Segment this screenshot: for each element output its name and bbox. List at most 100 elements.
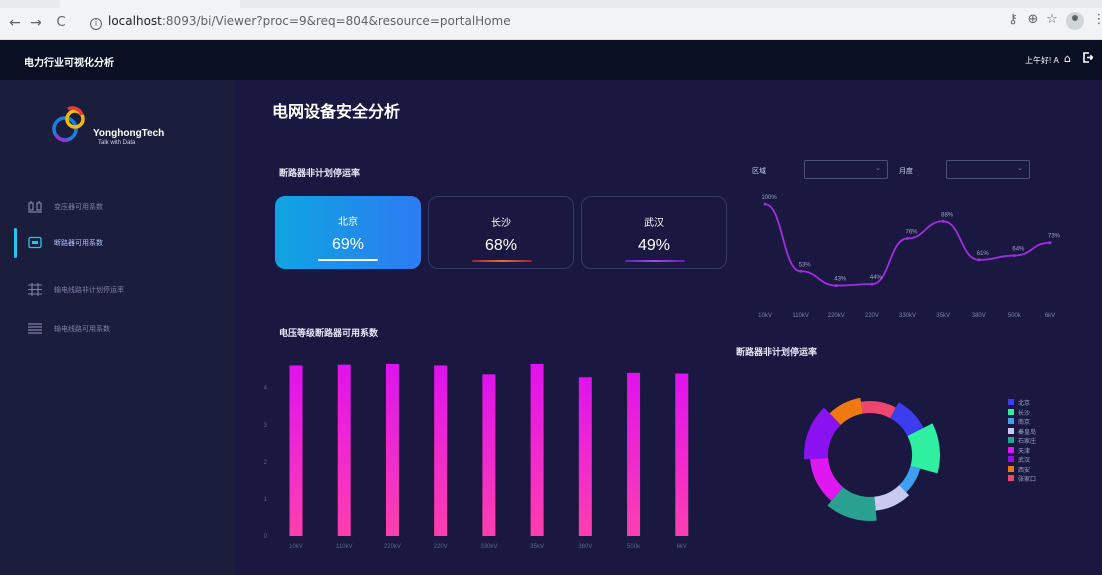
x-tick-label: 500k — [627, 544, 641, 550]
legend-item[interactable]: 长沙 — [1008, 408, 1068, 418]
bar[interactable] — [385, 363, 399, 536]
x-tick-label: 500k — [1008, 313, 1022, 319]
x-tick-label: 330kV — [899, 313, 916, 319]
legend-swatch — [1008, 399, 1014, 405]
line-point[interactable] — [906, 236, 909, 240]
sidebar-item-line-availability[interactable]: 输电线路可用系数 — [0, 314, 235, 344]
legend-item[interactable]: 天津 — [1008, 446, 1068, 456]
legend-label: 秦皇岛 — [1018, 429, 1037, 436]
logo-brand: YonghongTech — [93, 128, 165, 139]
transformer-icon — [28, 201, 42, 213]
address-bar[interactable]: i localhost:8093/bi/Viewer?proc=9&req=804… — [90, 14, 511, 30]
y-tick-label: 2 — [264, 460, 268, 466]
kpi-value: 68% — [484, 237, 518, 254]
line-point[interactable] — [941, 219, 945, 223]
line-point[interactable] — [977, 258, 981, 262]
bar[interactable] — [530, 363, 544, 536]
y-tick-label: 3 — [264, 423, 268, 429]
x-tick-label: 10kV — [289, 544, 303, 550]
y-tick-label: 1 — [264, 497, 268, 503]
x-tick-label: 6kV — [677, 544, 687, 550]
line-point[interactable] — [834, 284, 838, 288]
active-tab[interactable] — [60, 0, 240, 8]
month-filter-label: 月度 — [899, 168, 913, 175]
line-point[interactable] — [1012, 254, 1016, 258]
x-tick-label: 330kV — [480, 544, 497, 550]
legend-item[interactable]: 武汉 — [1008, 455, 1068, 465]
legend-item[interactable]: 石家庄 — [1008, 436, 1068, 446]
profile-icon[interactable] — [1066, 12, 1084, 30]
line-point[interactable] — [870, 282, 874, 286]
line-data-label: 64% — [1012, 247, 1025, 253]
bar[interactable] — [434, 365, 448, 536]
month-select[interactable]: ⌄ — [946, 160, 1030, 179]
kpi-card-beijing[interactable]: 北京 69% — [275, 196, 421, 269]
legend-item[interactable]: 北京 — [1008, 398, 1068, 408]
app-title: 电力行业可视化分析 — [24, 58, 114, 69]
bar[interactable] — [289, 365, 303, 536]
x-tick-label: 220V — [434, 544, 448, 550]
star-icon[interactable]: ☆ — [1043, 12, 1061, 27]
legend-swatch — [1008, 437, 1014, 443]
bar[interactable] — [627, 372, 641, 536]
forward-button[interactable]: → — [27, 14, 45, 32]
kpi-underline — [472, 260, 532, 262]
y-tick-label: 4 — [264, 386, 268, 392]
line-point[interactable] — [1048, 241, 1052, 245]
bar[interactable] — [482, 374, 496, 536]
sidebar-item-label: 断路器可用系数 — [54, 240, 103, 247]
line-data-label: 88% — [941, 212, 954, 218]
user-greeting[interactable]: 上午好! A — [1025, 55, 1059, 66]
legend-label: 武汉 — [1018, 458, 1031, 464]
menu-icon[interactable]: ⋮ — [1090, 12, 1102, 27]
home-icon[interactable]: ⌂ — [1064, 52, 1071, 65]
bar[interactable] — [675, 373, 689, 536]
url-host: localhost — [108, 14, 162, 28]
x-tick-label: 380V — [578, 544, 592, 550]
legend-swatch — [1008, 465, 1014, 472]
line-data-label: 100% — [761, 195, 777, 201]
legend-item[interactable]: 南京 — [1008, 417, 1068, 427]
x-tick-label: 110kV — [336, 544, 353, 550]
region-select[interactable]: ⌄ — [804, 160, 888, 179]
sidebar-item-label: 输电线路可用系数 — [54, 326, 110, 333]
kpi-card-changsha[interactable]: 长沙 68% — [428, 196, 574, 269]
bar-section-title: 电压等级断路器可用系数 — [279, 328, 379, 338]
kpi-city: 武汉 — [644, 218, 664, 229]
legend-swatch — [1008, 418, 1014, 424]
chevron-down-icon: ⌄ — [875, 164, 881, 172]
city-outage-rose-chart — [804, 397, 940, 521]
breaker-icon — [28, 236, 42, 249]
line-availability-icon — [28, 323, 42, 334]
info-icon[interactable]: i — [90, 18, 102, 30]
x-tick-label: 220kV — [384, 544, 401, 550]
x-tick-label: 35kV — [936, 313, 950, 319]
legend-item[interactable]: 张家口 — [1008, 474, 1068, 484]
chevron-down-icon: ⌄ — [1017, 164, 1023, 172]
legend-item[interactable]: 秦皇岛 — [1008, 427, 1068, 437]
legend-label: 张家口 — [1018, 477, 1037, 483]
reload-button[interactable]: C — [52, 14, 70, 32]
back-button[interactable]: ← — [6, 14, 24, 32]
legend-item[interactable]: 西安 — [1008, 465, 1068, 475]
sidebar-item-breaker[interactable]: 断路器可用系数 — [0, 228, 235, 258]
bar[interactable] — [578, 377, 592, 536]
rose-slice[interactable] — [899, 466, 921, 493]
sidebar-item-transformer[interactable]: 变压器可用系数 — [0, 192, 235, 222]
zoom-icon[interactable]: ⊕ — [1024, 12, 1042, 27]
rose-slice[interactable] — [860, 401, 896, 419]
kpi-card-wuhan[interactable]: 武汉 49% — [581, 196, 727, 269]
sidebar-item-label: 变压器可用系数 — [54, 204, 103, 211]
key-icon[interactable]: ⚷ — [1004, 12, 1022, 27]
x-tick-label: 220kV — [828, 313, 845, 319]
app-header: 电力行业可视化分析 上午好! A ⌂ — [0, 40, 1102, 80]
page-title: 电网设备安全分析 — [272, 104, 401, 121]
logout-icon[interactable] — [1083, 52, 1094, 66]
voltage-availability-bar-chart: 0 1 2 3 4 10kV 110kV 220kV 220V 330kV 35kV 380V 500k… — [264, 363, 689, 550]
line-point[interactable] — [799, 269, 803, 273]
x-tick-label: 10kV — [758, 313, 772, 319]
sidebar-item-transmission-outage[interactable]: 输电线路非计划停运率 — [0, 275, 235, 305]
line-point[interactable] — [763, 202, 767, 206]
legend-swatch — [1008, 427, 1014, 434]
bar[interactable] — [337, 364, 351, 536]
